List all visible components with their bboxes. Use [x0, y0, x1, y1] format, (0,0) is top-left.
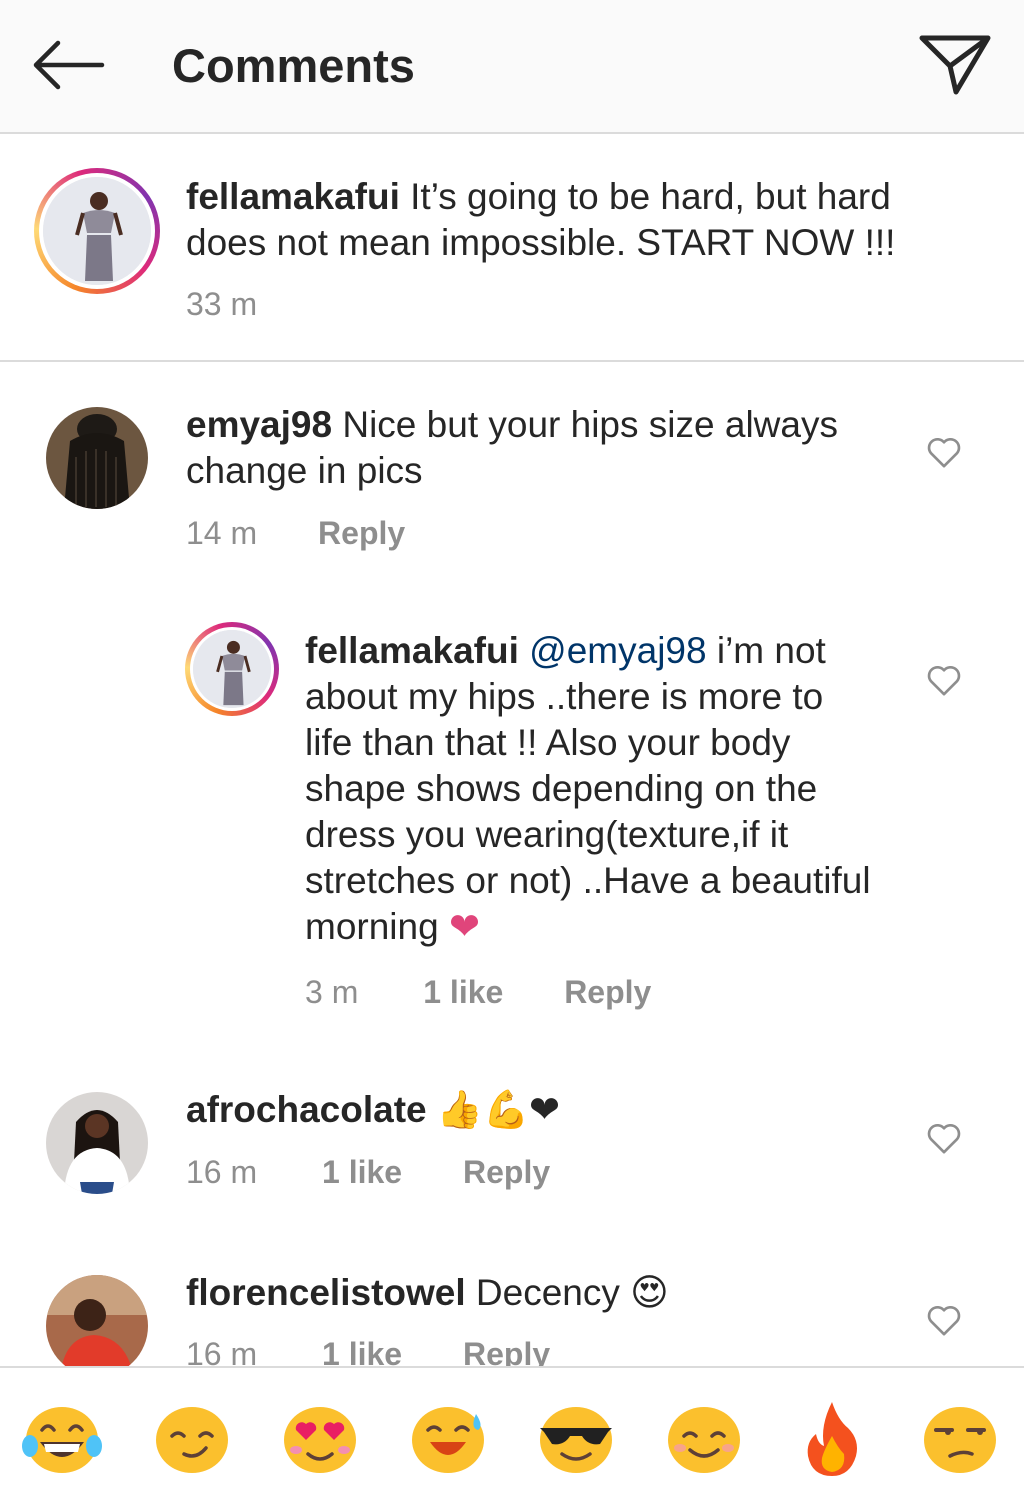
face-with-tears-of-joy-icon [22, 1407, 102, 1473]
avatar[interactable] [46, 1092, 148, 1194]
unamused-face-icon [924, 1407, 996, 1473]
avatar-photo [46, 1092, 148, 1194]
unamused-emoji-button[interactable] [918, 1396, 1002, 1480]
comment-body: i’m not about my hips ..there is more to… [305, 630, 871, 947]
comment-body: Decency [475, 1272, 620, 1313]
caption-text: fellamakafui It’s going to be hard, but … [186, 174, 976, 266]
comments-header: Comments [0, 0, 1024, 134]
comment-text: afrochacolate 👍💪❤ [186, 1087, 906, 1133]
paper-plane-icon [919, 35, 991, 95]
comment-time: 16 m [186, 1154, 258, 1190]
smirking-face-icon [156, 1407, 228, 1473]
mention-link[interactable]: @emyaj98 [529, 630, 706, 671]
page-title: Comments [172, 39, 415, 92]
share-button[interactable] [916, 30, 996, 100]
caption-username[interactable]: fellamakafui [186, 176, 400, 217]
reply-button[interactable]: Reply [318, 515, 405, 552]
likes-count[interactable]: 1 like [322, 1154, 402, 1191]
comment-time: 3 m [305, 974, 359, 1010]
caption-meta: 33 m [186, 286, 257, 323]
grinning-sweat-face-icon [412, 1407, 484, 1473]
caption-time: 33 m [186, 286, 258, 322]
smiling-face-icon [668, 1407, 740, 1473]
comment-emoji: 😍 [630, 1272, 669, 1313]
comment-emoji: 👍💪❤ [436, 1089, 561, 1130]
heart-outline-icon [927, 665, 961, 696]
smirk-emoji-button[interactable] [150, 1396, 234, 1480]
like-button[interactable] [924, 432, 964, 472]
like-button[interactable] [924, 1118, 964, 1158]
avatar-photo [193, 630, 271, 708]
fire-emoji-button[interactable] [790, 1396, 874, 1480]
comment-time: 14 m [186, 515, 258, 551]
comment-username[interactable]: emyaj98 [186, 404, 332, 445]
reply-button[interactable]: Reply [564, 974, 651, 1011]
heart-outline-icon [927, 1123, 961, 1154]
avatar-photo [43, 177, 151, 285]
comment-meta: 16 m 1 like Reply [186, 1154, 550, 1191]
avatar[interactable] [46, 1275, 148, 1377]
comment-text: fellamakafui @emyaj98 i’m not about my h… [305, 628, 880, 950]
sunglasses-emoji-button[interactable] [534, 1396, 618, 1480]
arrow-left-icon [33, 40, 105, 90]
comment-username[interactable]: fellamakafui [305, 630, 519, 671]
comment-text: emyaj98 Nice but your hips size always c… [186, 402, 906, 494]
comment-meta: 3 m 1 like Reply [305, 974, 651, 1011]
likes-count[interactable]: 1 like [423, 974, 503, 1011]
tears-of-joy-emoji-button[interactable] [20, 1396, 104, 1480]
emoji-quick-bar [0, 1366, 1024, 1499]
sunglasses-face-icon [540, 1407, 612, 1473]
avatar[interactable] [46, 407, 148, 509]
smiling-face-emoji-button[interactable] [662, 1396, 746, 1480]
avatar-photo [46, 407, 148, 509]
heart-eyes-emoji-button[interactable] [278, 1396, 362, 1480]
reply-button[interactable]: Reply [463, 1154, 550, 1191]
heart-eyes-face-icon [284, 1407, 356, 1473]
comment-username[interactable]: florencelistowel [186, 1272, 466, 1313]
post-caption: fellamakafui It’s going to be hard, but … [0, 136, 1024, 362]
avatar[interactable] [185, 622, 279, 716]
comment-meta: 14 m Reply [186, 515, 405, 552]
fire-icon [807, 1402, 857, 1476]
like-button[interactable] [924, 1300, 964, 1340]
heart-outline-icon [927, 1305, 961, 1336]
comment-username[interactable]: afrochacolate [186, 1089, 427, 1130]
grinning-sweat-emoji-button[interactable] [406, 1396, 490, 1480]
heart-outline-icon [927, 437, 961, 468]
comment-text: florencelistowel Decency 😍 [186, 1270, 906, 1316]
back-button[interactable] [28, 34, 108, 98]
like-button[interactable] [924, 660, 964, 700]
heart-emoji: ❤ [448, 906, 480, 947]
avatar-photo [46, 1275, 148, 1377]
avatar[interactable] [34, 168, 160, 294]
